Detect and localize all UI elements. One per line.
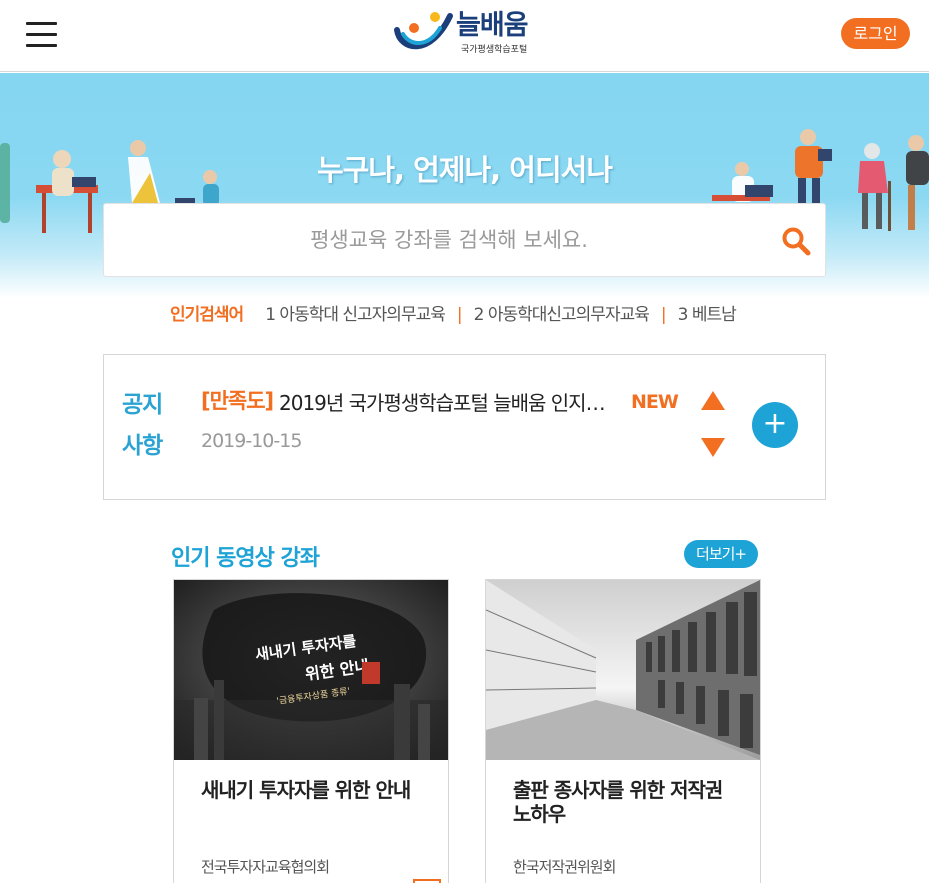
notice-category: [만족도] — [201, 389, 274, 413]
video-thumbnail: 새내기 투자자를 위한 안내 '금융투자상품 종류' — [174, 580, 448, 760]
logo-name: 늘배움 — [456, 10, 529, 41]
video-organization: 전국투자자교육협의회 — [201, 858, 330, 876]
video-organization: 한국저작권위원회 — [513, 858, 616, 876]
menu-icon[interactable] — [26, 22, 57, 48]
video-thumbnail — [486, 580, 760, 760]
notice-more-button[interactable]: + — [752, 402, 798, 448]
new-badge: NEW — [631, 391, 679, 413]
keyword-item[interactable]: 1 아동학대 신고자의무교육 — [265, 305, 446, 325]
video-title: 출판 종사자를 위한 저작권 노하우 — [513, 778, 723, 826]
search-box — [103, 203, 826, 277]
video-title: 새내기 투자자를 위한 안내 — [201, 778, 411, 802]
investor-guide-thumbnail-image: 새내기 투자자를 위한 안내 '금융투자상품 종류' — [174, 580, 448, 760]
keyword-item[interactable]: 3 베트남 — [678, 305, 737, 325]
login-button[interactable]: 로그인 — [841, 18, 910, 49]
video-section-title: 인기 동영상 강좌 — [171, 546, 320, 571]
hero-title: 누구나, 언제나, 어디서나 — [316, 153, 613, 187]
notice-prev-arrow-icon[interactable] — [701, 391, 725, 410]
video-more-button[interactable]: 더보기+ — [684, 540, 758, 568]
logo-subtitle: 국가평생학습포털 — [461, 45, 528, 55]
keyword-divider: | — [456, 305, 463, 325]
notice-title-link[interactable]: 2019년 국가평생학습포털 늘배움 인지도 및 만족도 조사 — [279, 387, 614, 416]
logo-mark-icon — [394, 12, 453, 50]
notice-box: 공지사항 [만족도] 2019년 국가평생학습포털 늘배움 인지도 및 만족도 … — [103, 354, 826, 500]
keywords-label: 인기검색어 — [170, 305, 244, 325]
notice-label: 공지사항 — [122, 392, 163, 459]
site-logo[interactable]: 늘배움 국가평생학습포털 — [394, 10, 536, 56]
library-shelves-thumbnail-image — [486, 580, 760, 760]
search-icon[interactable] — [781, 226, 811, 256]
video-badge-icon — [413, 879, 441, 883]
video-card[interactable]: 새내기 투자자를 위한 안내 '금융투자상품 종류' 새내기 투자자를 위한 안… — [173, 579, 449, 883]
popular-keywords: 인기검색어 1 아동학대 신고자의무교육 | 2 아동학대신고의무자교육 | 3 베트남 — [170, 301, 790, 329]
search-input[interactable] — [114, 204, 754, 276]
keyword-item[interactable]: 2 아동학대신고의무자교육 — [474, 305, 650, 325]
top-header: 늘배움 국가평생학습포털 로그인 — [0, 0, 929, 72]
notice-next-arrow-icon[interactable] — [701, 438, 725, 457]
video-card[interactable]: 출판 종사자를 위한 저작권 노하우 한국저작권위원회 — [485, 579, 761, 883]
keyword-divider: | — [660, 305, 667, 325]
notice-date: 2019-10-15 — [201, 430, 302, 452]
